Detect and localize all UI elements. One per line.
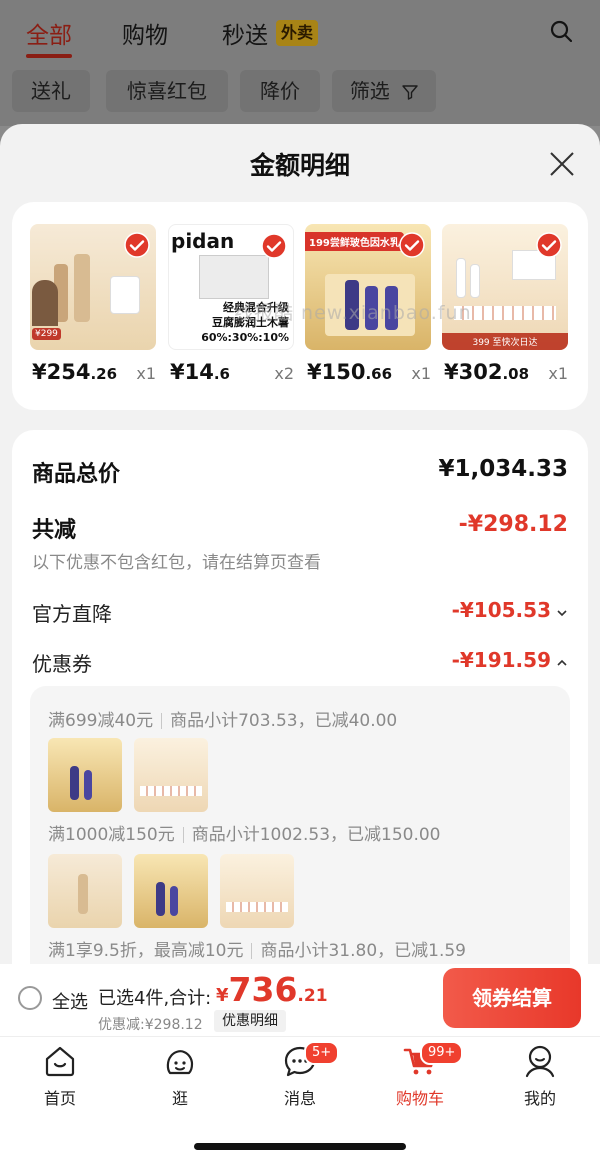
coupon-value: -¥191.59 xyxy=(451,648,551,672)
price-summary-card: 商品总价 ¥1,034.33 共减 -¥298.12 以下优惠不包含红包，请在结… xyxy=(12,430,588,964)
close-icon[interactable] xyxy=(546,148,578,180)
coupon-product-thumb xyxy=(48,854,122,928)
discount-detail-link[interactable]: 优惠明细 xyxy=(214,1010,286,1032)
product-quantity: x1 xyxy=(411,364,431,383)
amount-detail-sheet: 金额明细 ¥299 ¥254.26 x1 pidan 经典混合升级 豆腐膨润土木… xyxy=(0,124,600,964)
funnel-icon xyxy=(402,85,418,100)
coupon-label: 优惠券 xyxy=(32,652,92,676)
search-icon[interactable] xyxy=(550,20,572,42)
coupon-product-thumb xyxy=(220,854,294,928)
product-price: ¥150.66 xyxy=(307,360,393,384)
product-image: pidan 经典混合升级 豆腐膨润土木薯 60%:30%:10% xyxy=(168,224,294,350)
official-discount-label: 官方直降 xyxy=(32,602,112,626)
message-badge: 5+ xyxy=(304,1041,340,1065)
coupon-line: 满1享9.5折，最高减10元 商品小计31.80，已减1.59 xyxy=(48,936,466,961)
coupon-line: 满699减40元 商品小计703.53，已减40.00 xyxy=(48,706,397,731)
filter-button[interactable]: 筛选 xyxy=(332,70,436,112)
home-icon xyxy=(45,1046,75,1077)
tab-home[interactable]: 首页 xyxy=(20,1043,100,1109)
selected-summary: 已选4件,合计: xyxy=(98,988,212,1009)
coupon-subtotal: 商品小计703.53，已减40.00 xyxy=(170,711,398,731)
tab-label: 我的 xyxy=(523,1089,556,1108)
tab-all[interactable]: 全部 xyxy=(26,16,72,58)
checked-icon xyxy=(536,232,562,258)
top-navigation: 全部 购物 秒送 外卖 xyxy=(0,0,600,64)
browse-icon xyxy=(166,1050,194,1075)
coupon-rule: 满699减40元 xyxy=(48,711,154,731)
coupon-rule: 满1享9.5折，最高减10元 xyxy=(48,941,244,961)
tab-label: 购物车 xyxy=(395,1089,444,1108)
watermark: 线报酷 new.xianbao.fun xyxy=(234,302,472,324)
checked-icon xyxy=(124,232,150,258)
profile-icon xyxy=(525,1045,555,1078)
filter-gift[interactable]: 送礼 xyxy=(12,70,90,112)
product-image: ¥299 xyxy=(30,224,156,350)
tab-miaosong[interactable]: 秒送 xyxy=(222,16,268,50)
coupon-product-thumb xyxy=(134,854,208,928)
tab-label: 消息 xyxy=(283,1089,316,1108)
select-all-label[interactable]: 全选 xyxy=(52,988,88,1014)
goods-total-label: 商品总价 xyxy=(32,462,121,487)
checked-icon xyxy=(261,233,287,259)
reduction-value: -¥298.12 xyxy=(458,512,568,537)
coupon-rule: 满1000减150元 xyxy=(48,825,175,845)
tab-label: 首页 xyxy=(43,1089,76,1108)
filter-row: 送礼 惊喜红包 降价 筛选 xyxy=(0,64,600,126)
official-discount-row[interactable]: 官方直降 -¥105.53 xyxy=(32,598,568,628)
tab-browse[interactable]: 逛 xyxy=(140,1043,220,1109)
product-brand: pidan xyxy=(171,229,235,253)
checked-icon xyxy=(399,232,425,258)
product-promo-caption: 399 至快次日达 xyxy=(442,333,568,350)
coupon-line: 满1000减150元 商品小计1002.53，已减150.00 xyxy=(48,820,441,845)
product-promo-badge: 199尝鲜玻色因水乳 xyxy=(305,232,404,251)
coupon-product-thumb xyxy=(48,738,122,812)
reduction-label: 共减 xyxy=(32,518,77,543)
sheet-title: 金额明细 xyxy=(249,151,350,180)
checkout-button[interactable]: 领券结算 xyxy=(443,968,581,1028)
product-promo-price: ¥299 xyxy=(32,328,61,340)
product-price: ¥302.08 xyxy=(444,360,530,384)
cart-badge: 99+ xyxy=(420,1041,464,1065)
product-price: ¥14.6 xyxy=(170,360,230,384)
goods-total-value: ¥1,034.33 xyxy=(438,456,569,482)
filter-price-drop[interactable]: 降价 xyxy=(240,70,320,112)
bottom-tab-bar: 首页 逛 5+ 消息 99+ 购物车 我的 xyxy=(0,1036,600,1164)
product-price: ¥254.26 xyxy=(32,360,118,384)
coupon-subtotal: 商品小计31.80，已减1.59 xyxy=(260,941,467,961)
filter-red-packet[interactable]: 惊喜红包 xyxy=(106,70,228,112)
filter-label: 筛选 xyxy=(349,79,390,103)
product-quantity: x1 xyxy=(136,364,156,383)
product-item[interactable]: ¥299 ¥254.26 x1 xyxy=(30,224,156,390)
coupon-row[interactable]: 优惠券 -¥191.59 xyxy=(32,648,568,678)
coupon-product-thumb xyxy=(134,738,208,812)
selected-products-card: ¥299 ¥254.26 x1 pidan 经典混合升级 豆腐膨润土木薯 60%… xyxy=(12,202,588,410)
total-amount: ¥736.21 xyxy=(216,970,328,1009)
tab-cart[interactable]: 99+ 购物车 xyxy=(380,1041,464,1109)
product-quantity: x2 xyxy=(274,364,294,383)
waimai-badge: 外卖 xyxy=(276,20,319,46)
chevron-down-icon xyxy=(557,609,567,616)
product-image: 399 至快次日达 xyxy=(442,224,568,350)
product-image: 199尝鲜玻色因水乳 xyxy=(305,224,431,350)
tab-messages[interactable]: 5+ 消息 xyxy=(260,1041,340,1109)
tab-shopping[interactable]: 购物 xyxy=(122,16,168,50)
official-discount-value: -¥105.53 xyxy=(451,598,551,622)
product-quantity: x1 xyxy=(548,364,568,383)
select-all-checkbox[interactable] xyxy=(18,986,42,1010)
reduction-note: 以下优惠不包含红包，请在结算页查看 xyxy=(32,553,321,573)
chevron-up-icon xyxy=(557,659,567,666)
tab-label: 逛 xyxy=(171,1089,188,1108)
tab-profile[interactable]: 我的 xyxy=(500,1043,580,1109)
discount-summary: 优惠减:¥298.12 xyxy=(98,1017,203,1033)
checkout-bar: 全选 已选4件,合计: ¥736.21 优惠减:¥298.12 优惠明细 领券结… xyxy=(0,964,600,1036)
coupon-subtotal: 商品小计1002.53，已减150.00 xyxy=(191,825,441,845)
home-indicator xyxy=(194,1143,406,1150)
coupon-detail-box: 满699减40元 商品小计703.53，已减40.00 满1000减150元 商品小… xyxy=(30,686,570,964)
